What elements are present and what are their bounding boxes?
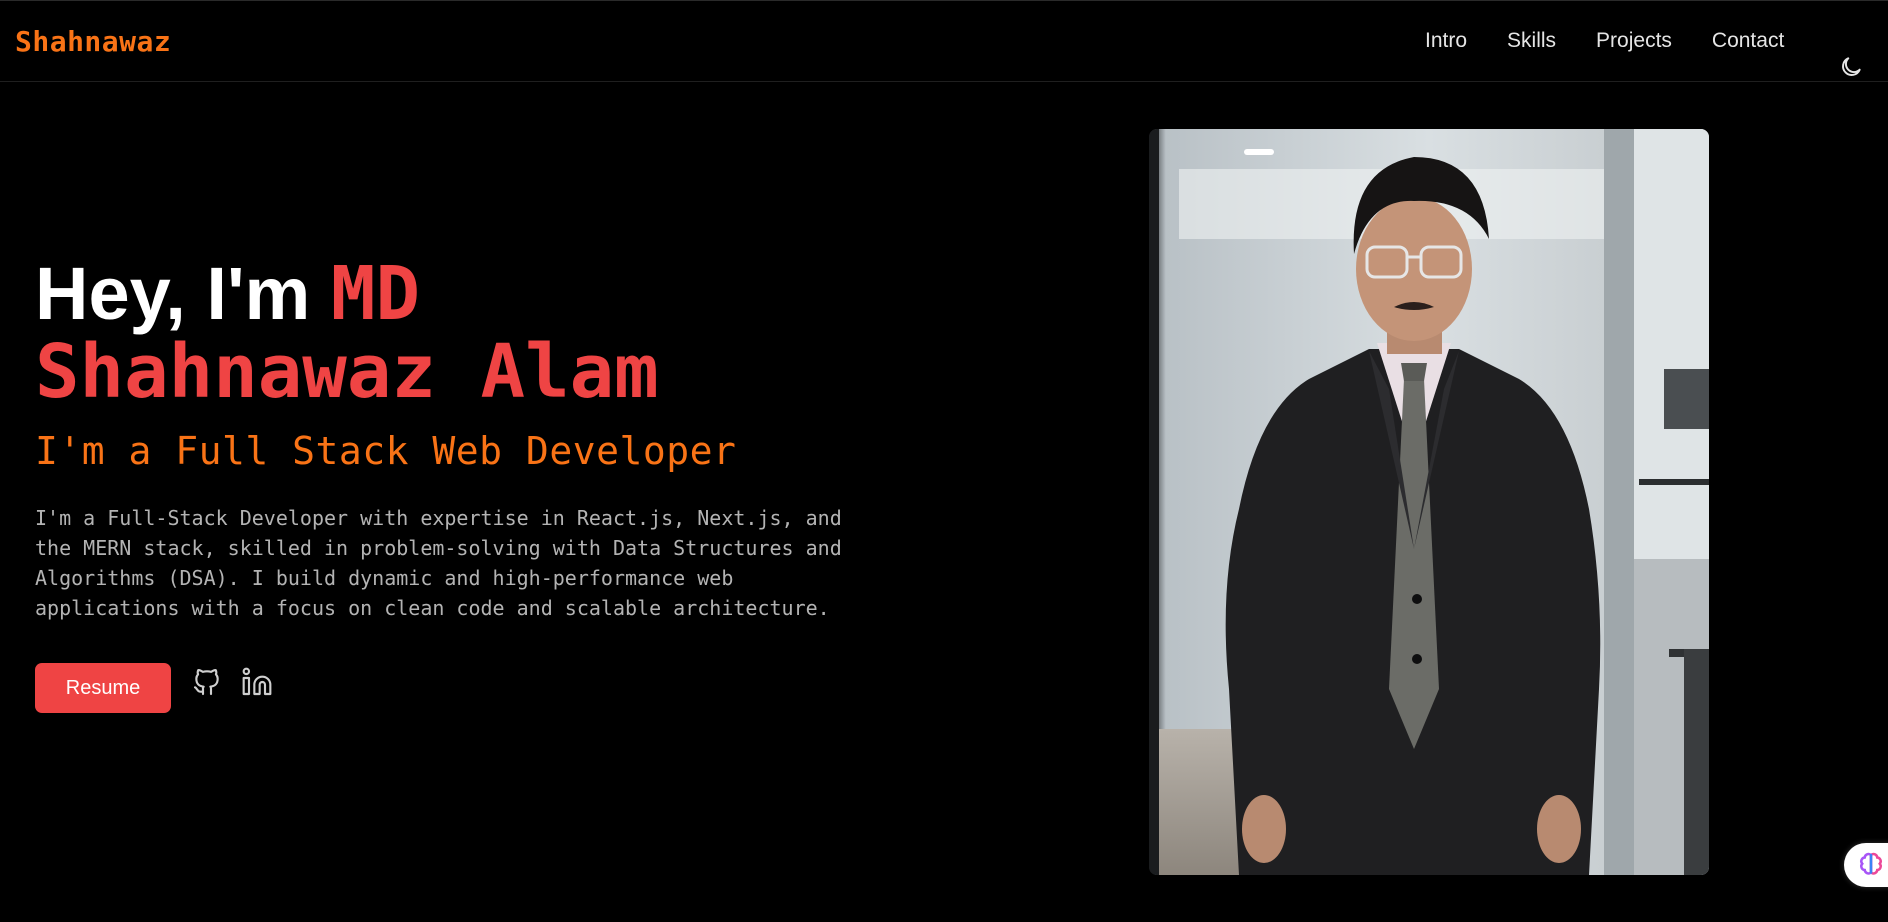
role-subtitle: I'm a Full Stack Web Developer	[35, 429, 737, 473]
name-first: MD	[330, 251, 421, 337]
resume-button[interactable]: Resume	[35, 663, 171, 713]
brain-icon	[1860, 852, 1882, 875]
hero-headline: Hey, I'm MD Shahnawaz Alam	[35, 252, 915, 415]
site-header: Shahnawaz Intro Skills Projects Contact	[0, 0, 1888, 82]
github-icon[interactable]	[191, 666, 223, 698]
main-nav: Intro Skills Projects Contact	[1425, 29, 1784, 53]
profile-photo	[1149, 129, 1709, 875]
nav-link-skills[interactable]: Skills	[1507, 29, 1556, 53]
hero-intro: Hey, I'm MD Shahnawaz Alam I'm a Full St…	[35, 255, 915, 713]
nav-link-projects[interactable]: Projects	[1596, 29, 1672, 53]
brand-logo[interactable]: Shahnawaz	[15, 25, 171, 58]
nav-link-contact[interactable]: Contact	[1712, 29, 1784, 53]
hero-actions: Resume	[35, 663, 915, 713]
page: Shahnawaz Intro Skills Projects Contact …	[0, 0, 1888, 922]
assistant-widget[interactable]	[1844, 843, 1888, 887]
greeting-text: Hey, I'm	[35, 252, 311, 335]
nav-link-intro[interactable]: Intro	[1425, 29, 1467, 53]
name-rest: Shahnawaz Alam	[35, 329, 659, 415]
linkedin-icon[interactable]	[241, 666, 273, 698]
moon-icon[interactable]	[1838, 54, 1864, 80]
bio-text: I'm a Full-Stack Developer with expertis…	[35, 506, 842, 620]
portrait-illustration	[1149, 129, 1709, 875]
